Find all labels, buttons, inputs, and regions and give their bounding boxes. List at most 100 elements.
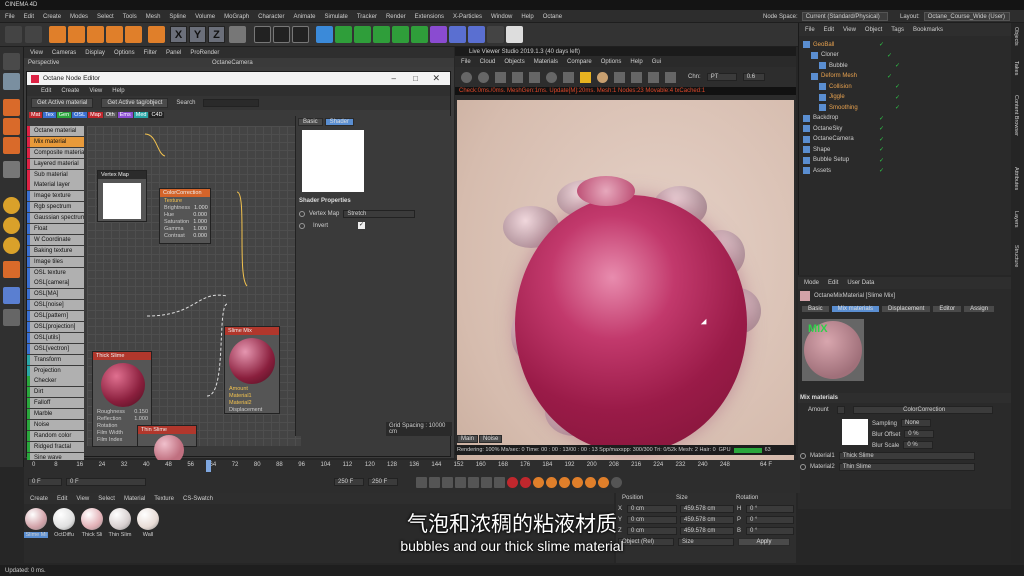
attribute-menu-user-data[interactable]: User Data: [847, 280, 874, 286]
object-item[interactable]: Smoothing ✓: [799, 102, 900, 113]
viewport-menu-prorender[interactable]: ProRender: [190, 50, 219, 56]
node-type-item[interactable]: Baking texture: [27, 245, 84, 256]
edges-mode-icon[interactable]: [3, 118, 20, 135]
node-type-item[interactable]: OSL[projection]: [27, 322, 84, 333]
object-item[interactable]: OctaneCamera ✓: [799, 134, 884, 145]
model-mode-icon[interactable]: [3, 73, 20, 90]
cube-icon[interactable]: [316, 26, 333, 43]
maximize-icon[interactable]: □: [413, 74, 418, 83]
menu-window[interactable]: Window: [491, 14, 512, 20]
menu-simulate[interactable]: Simulate: [325, 14, 348, 20]
padlock-icon[interactable]: [580, 71, 591, 83]
prev-frame-icon[interactable]: [442, 476, 453, 488]
cloner-icon[interactable]: [373, 26, 390, 43]
sculpt-icon[interactable]: [3, 261, 20, 278]
category-tab[interactable]: C4D: [149, 112, 165, 118]
node-type-item[interactable]: Composite material: [27, 147, 84, 158]
menu-x-particles[interactable]: X-Particles: [453, 14, 482, 20]
node-type-item[interactable]: Material layer: [27, 180, 84, 191]
tag-icon[interactable]: [468, 26, 485, 43]
move-key-icon[interactable]: [546, 476, 557, 488]
menu-select[interactable]: Select: [97, 14, 114, 20]
vertex-map-node[interactable]: Vertex Map: [97, 170, 147, 222]
material-menu-edit[interactable]: Edit: [57, 496, 67, 502]
node-space-dropdown[interactable]: Current (Standard/Physical): [801, 12, 888, 21]
viewer-menu-options[interactable]: Options: [601, 59, 622, 65]
menu-modes[interactable]: Modes: [70, 14, 88, 20]
menu-edit[interactable]: Edit: [24, 14, 34, 20]
axis-mode-icon[interactable]: [3, 161, 20, 178]
node-type-item[interactable]: Image texture: [27, 191, 84, 202]
effector-icon[interactable]: [411, 26, 428, 43]
material-menu-material[interactable]: Material: [124, 496, 145, 502]
gear-icon[interactable]: [546, 71, 557, 83]
scale-key-icon[interactable]: [572, 476, 583, 488]
attribute-tab[interactable]: Displacement: [881, 305, 932, 313]
x-axis-button[interactable]: X: [170, 26, 187, 43]
category-tab[interactable]: Ems: [117, 112, 133, 118]
viewport-menu-options[interactable]: Options: [114, 50, 135, 56]
workplane-icon[interactable]: [3, 237, 20, 254]
object-item[interactable]: Backdrop ✓: [799, 113, 884, 124]
material-menu-view[interactable]: View: [76, 496, 89, 502]
menu-volume[interactable]: Volume: [195, 14, 215, 20]
viewer-menu-gui[interactable]: Gui: [652, 59, 661, 65]
tab-shader[interactable]: Shader: [324, 118, 355, 126]
node-type-item[interactable]: OSL[utils]: [27, 332, 84, 343]
node-type-item[interactable]: Random color: [27, 430, 84, 441]
get-active-tag-button[interactable]: Get Active tag/object: [101, 98, 169, 108]
max-frame-field[interactable]: 250 F: [368, 478, 398, 486]
right-tab[interactable]: Objects: [1013, 27, 1019, 46]
node-type-item[interactable]: W Coordinate: [27, 234, 84, 245]
visible-check-icon[interactable]: ✓: [879, 167, 884, 174]
amount-dropdown-arrow[interactable]: [836, 406, 845, 414]
visible-check-icon[interactable]: ✓: [879, 146, 884, 153]
search-input[interactable]: [203, 99, 260, 107]
right-tab[interactable]: Takes: [1013, 61, 1019, 75]
viewer-menu-file[interactable]: File: [461, 59, 471, 65]
node-type-item[interactable]: OSL[pattern]: [27, 311, 84, 322]
start-frame-field[interactable]: 0 F: [28, 478, 62, 486]
object-item[interactable]: Collision ✓: [799, 81, 900, 92]
lock-icon[interactable]: [3, 309, 20, 326]
viewer-menu-compare[interactable]: Compare: [567, 59, 592, 65]
tab-main[interactable]: Main: [457, 435, 479, 443]
material-menu-cs-swatch[interactable]: CS-Swatch: [183, 496, 213, 502]
render-view-icon[interactable]: [254, 26, 271, 43]
category-tab[interactable]: OSL: [72, 112, 88, 118]
render-output[interactable]: [457, 100, 794, 490]
get-active-material-button[interactable]: Get Active material: [31, 98, 94, 108]
menu-octane[interactable]: Octane: [543, 14, 562, 20]
make-editable-icon[interactable]: [3, 53, 20, 70]
viewport-menu-panel[interactable]: Panel: [166, 50, 181, 56]
right-tab[interactable]: Content Browser: [1013, 95, 1019, 136]
menu-character[interactable]: Character: [258, 14, 284, 20]
category-tab[interactable]: Tex: [43, 112, 56, 118]
channel-dropdown[interactable]: PT: [706, 73, 737, 81]
select-tool-icon[interactable]: [49, 26, 66, 43]
right-tab[interactable]: Attributes: [1013, 167, 1019, 190]
node-type-item[interactable]: Falloff: [27, 398, 84, 409]
vertex-map-field[interactable]: Stretch: [343, 210, 416, 218]
menu-help[interactable]: Help: [521, 14, 533, 20]
param-key-icon[interactable]: [585, 476, 596, 488]
object-item[interactable]: Bubble Setup ✓: [799, 155, 884, 166]
subdivision-icon[interactable]: [354, 26, 371, 43]
next-key-icon[interactable]: [481, 476, 492, 488]
node-type-item[interactable]: Float: [27, 224, 84, 235]
attribute-tab[interactable]: Assign: [963, 305, 996, 313]
render-picture-viewer-icon[interactable]: [273, 26, 290, 43]
z-axis-button[interactable]: Z: [208, 26, 225, 43]
slime-mix-node[interactable]: Slime Mix Amount Material1 Material2 Displa…: [224, 326, 280, 414]
next-frame-icon[interactable]: [468, 476, 479, 488]
snap-icon[interactable]: [3, 197, 20, 214]
menu-extensions[interactable]: Extensions: [415, 14, 444, 20]
visible-check-icon[interactable]: ✓: [895, 83, 900, 90]
camera-icon[interactable]: [449, 26, 466, 43]
pause-render-icon[interactable]: [512, 71, 523, 83]
menu-mograph[interactable]: MoGraph: [224, 14, 249, 20]
rotate-tool-icon[interactable]: [106, 26, 123, 43]
visible-check-icon[interactable]: ✓: [879, 125, 884, 132]
node-type-item[interactable]: OSL[MA]: [27, 289, 84, 300]
node-type-item[interactable]: OSL[camera]: [27, 278, 84, 289]
